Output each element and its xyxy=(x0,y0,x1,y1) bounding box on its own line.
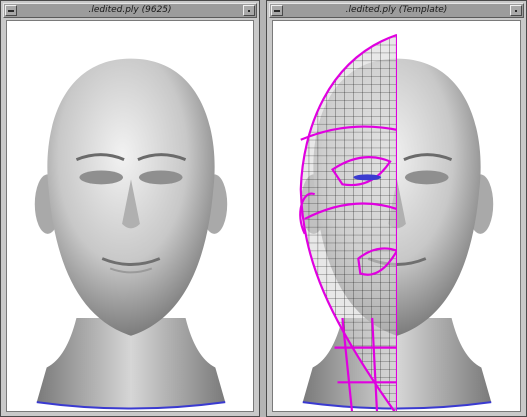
minimize-icon[interactable] xyxy=(510,5,522,16)
minimize-icon[interactable] xyxy=(243,5,255,16)
scan-head-render xyxy=(34,58,228,410)
template-window: .ledited.ply (Template) xyxy=(266,0,527,417)
head-scan xyxy=(34,58,228,410)
template-viewport[interactable] xyxy=(272,20,521,412)
window-title: .ledited.ply (9625) xyxy=(88,5,172,15)
title-bar[interactable]: .ledited.ply (9625) xyxy=(3,3,257,18)
window-title: .ledited.ply (Template) xyxy=(345,5,448,15)
title-bar[interactable]: .ledited.ply (Template) xyxy=(269,3,524,18)
window-menu-icon[interactable] xyxy=(5,5,17,16)
window-menu-icon[interactable] xyxy=(271,5,283,16)
scan-viewport[interactable] xyxy=(6,20,254,412)
template-head-render xyxy=(299,33,494,411)
scan-window: .ledited.ply (9625) xyxy=(0,0,260,417)
